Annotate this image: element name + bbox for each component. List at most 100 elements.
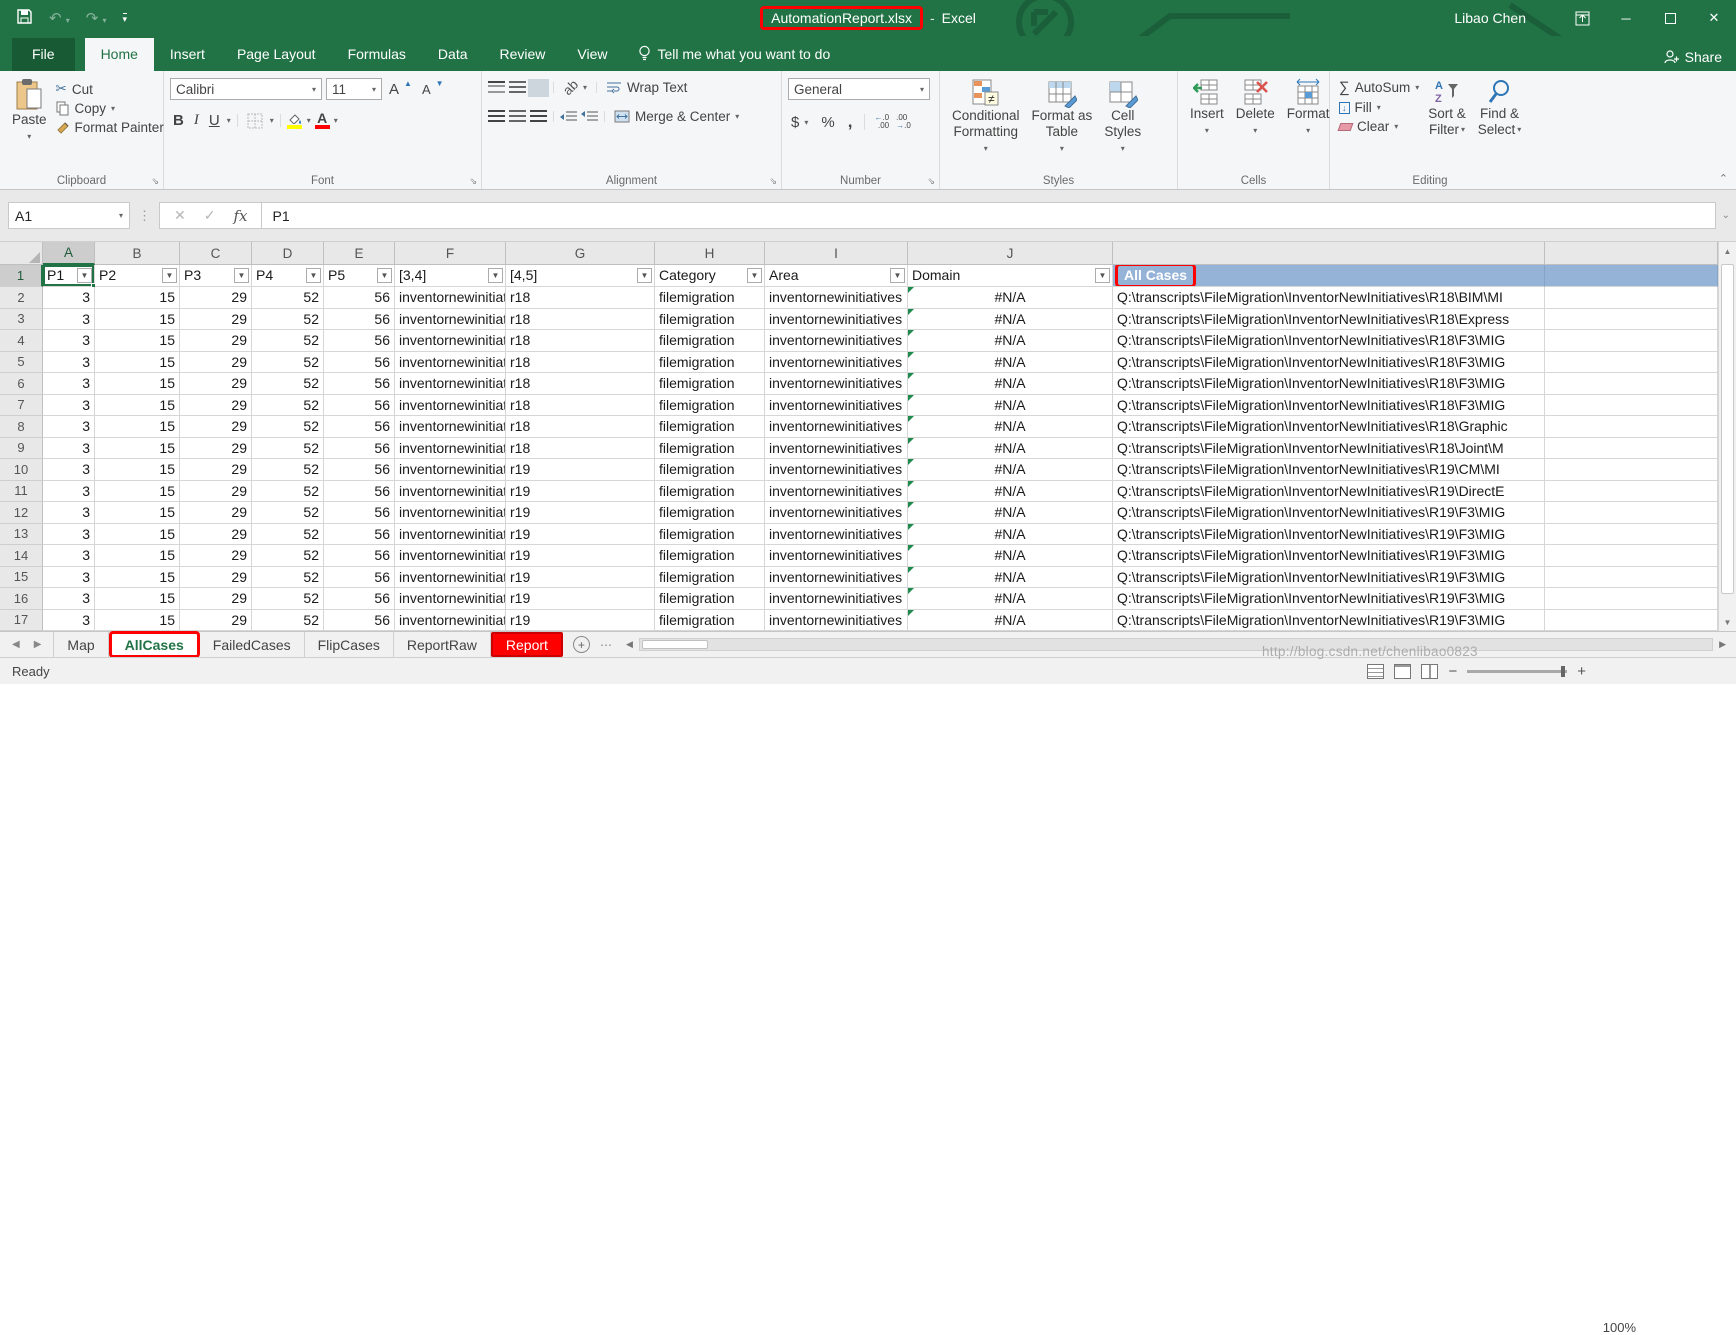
header-cell-p4[interactable]: P4▼ [252,265,324,287]
orientation-button[interactable]: ab▾ [560,78,590,97]
cell-A17[interactable]: 3 [43,610,95,632]
cell-B2[interactable]: 15 [95,287,180,309]
cell-G12[interactable]: r19 [506,502,655,524]
cell-J14[interactable]: #N/A [908,545,1113,567]
cell-D15[interactable]: 52 [252,567,324,589]
scroll-up-icon[interactable]: ▲ [1719,242,1736,260]
cell-E14[interactable]: 56 [324,545,395,567]
cell-G13[interactable]: r19 [506,524,655,546]
cell-C2[interactable]: 29 [180,287,252,309]
cell-I11[interactable]: inventornewinitiatives [765,481,908,503]
cell-F10[interactable]: inventornewinitiatives [395,459,506,481]
cell-B15[interactable]: 15 [95,567,180,589]
cell-B16[interactable]: 15 [95,588,180,610]
header-cell-domain[interactable]: Domain▼ [908,265,1113,287]
header-cell-p5[interactable]: P5▼ [324,265,395,287]
cell-C13[interactable]: 29 [180,524,252,546]
font-family-combo[interactable]: Calibri▾ [170,78,322,100]
cell-E7[interactable]: 56 [324,395,395,417]
cell-E17[interactable]: 56 [324,610,395,632]
clear-button[interactable]: Clear▾ [1336,117,1422,136]
tab-view[interactable]: View [561,38,623,71]
tab-insert[interactable]: Insert [154,38,221,71]
cell-F6[interactable]: inventornewinitiatives [395,373,506,395]
cell-stub-9[interactable] [1545,438,1718,460]
cell-A13[interactable]: 3 [43,524,95,546]
hscroll-track[interactable] [639,638,1713,651]
sheet-tab-flipcases[interactable]: FlipCases [305,632,394,657]
cell-J4[interactable]: #N/A [908,330,1113,352]
format-painter-button[interactable]: Format Painter [53,118,167,137]
cell-J16[interactable]: #N/A [908,588,1113,610]
cell-J5[interactable]: #N/A [908,352,1113,374]
row-header-16[interactable]: 16 [0,588,43,610]
bold-button[interactable]: B [170,110,187,131]
format-cells-button[interactable]: Format▾ [1281,75,1336,142]
cell-I10[interactable]: inventornewinitiatives [765,459,908,481]
sheet-tab-reportraw[interactable]: ReportRaw [394,632,491,657]
filter-dropdown-icon[interactable]: ▼ [377,268,392,283]
cell-E8[interactable]: 56 [324,416,395,438]
cell-C9[interactable]: 29 [180,438,252,460]
delete-cells-button[interactable]: Delete▾ [1230,75,1281,142]
cell-stub-7[interactable] [1545,395,1718,417]
cell-A10[interactable]: 3 [43,459,95,481]
column-header-I[interactable]: I [765,242,908,265]
header-cell-area[interactable]: Area▼ [765,265,908,287]
cell-D4[interactable]: 52 [252,330,324,352]
cell-H10[interactable]: filemigration [655,459,765,481]
bottom-align-icon[interactable] [530,81,547,95]
cell-G9[interactable]: r18 [506,438,655,460]
filter-dropdown-icon[interactable]: ▼ [488,268,503,283]
cell-D7[interactable]: 52 [252,395,324,417]
column-header-A[interactable]: A [43,242,95,265]
filter-dropdown-icon[interactable]: ▼ [162,268,177,283]
close-button[interactable]: ✕ [1692,0,1736,36]
select-all-corner[interactable] [0,242,43,265]
cell-K4[interactable]: Q:\transcripts\FileMigration\InventorNew… [1113,330,1545,352]
cell-C7[interactable]: 29 [180,395,252,417]
zoom-in-icon[interactable]: + [1577,663,1586,680]
cell-I2[interactable]: inventornewinitiatives [765,287,908,309]
underline-button[interactable]: U [206,110,223,131]
cell-B6[interactable]: 15 [95,373,180,395]
cell-E5[interactable]: 56 [324,352,395,374]
cell-B8[interactable]: 15 [95,416,180,438]
cell-J12[interactable]: #N/A [908,502,1113,524]
increase-decimal-button[interactable]: ←.0.00 [874,114,889,130]
cell-D12[interactable]: 52 [252,502,324,524]
cell-K15[interactable]: Q:\transcripts\FileMigration\InventorNew… [1113,567,1545,589]
sheet-tab-map[interactable]: Map [53,632,108,657]
cell-D6[interactable]: 52 [252,373,324,395]
alignment-dialog-launcher-icon[interactable]: ⇘ [769,176,777,187]
cell-A16[interactable]: 3 [43,588,95,610]
cell-I14[interactable]: inventornewinitiatives [765,545,908,567]
column-header-G[interactable]: G [506,242,655,265]
cell-J2[interactable]: #N/A [908,287,1113,309]
cell-K12[interactable]: Q:\transcripts\FileMigration\InventorNew… [1113,502,1545,524]
cell-D14[interactable]: 52 [252,545,324,567]
cell-A8[interactable]: 3 [43,416,95,438]
row-header-11[interactable]: 11 [0,481,43,503]
cell-stub-6[interactable] [1545,373,1718,395]
cell-H12[interactable]: filemigration [655,502,765,524]
page-layout-view-icon[interactable] [1394,664,1411,679]
cell-stub-14[interactable] [1545,545,1718,567]
middle-align-icon[interactable] [509,81,526,95]
cell-H3[interactable]: filemigration [655,309,765,331]
cell-F12[interactable]: inventornewinitiatives [395,502,506,524]
header-cell-blank[interactable] [1545,265,1718,287]
cell-K16[interactable]: Q:\transcripts\FileMigration\InventorNew… [1113,588,1545,610]
cell-E9[interactable]: 56 [324,438,395,460]
header-cell-p1[interactable]: P1▼ [43,265,95,287]
cell-G5[interactable]: r18 [506,352,655,374]
column-header-wide-10[interactable] [1113,242,1545,265]
cell-D13[interactable]: 52 [252,524,324,546]
formula-input[interactable]: P1 [262,202,1715,229]
cell-K2[interactable]: Q:\transcripts\FileMigration\InventorNew… [1113,287,1545,309]
cell-C6[interactable]: 29 [180,373,252,395]
column-header-E[interactable]: E [324,242,395,265]
insert-function-icon[interactable]: fx [233,207,247,225]
header-cell--3-4-[interactable]: [3,4]▼ [395,265,506,287]
cell-G7[interactable]: r18 [506,395,655,417]
